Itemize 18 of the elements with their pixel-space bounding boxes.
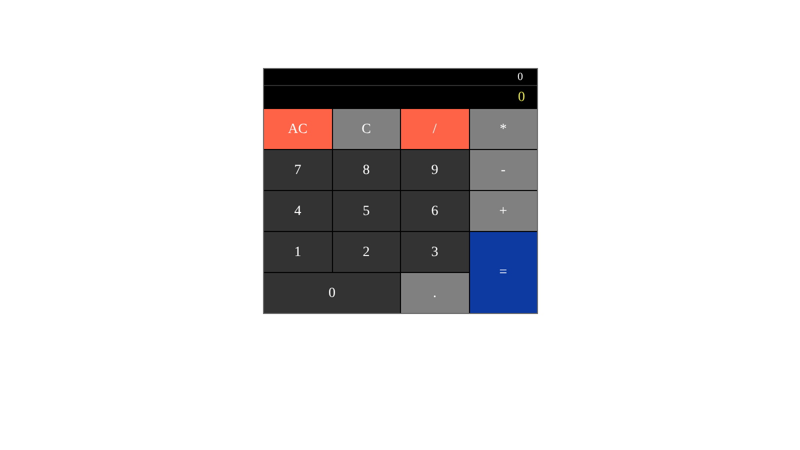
operator-key[interactable]: .	[401, 273, 468, 313]
digit-key[interactable]: 3	[401, 232, 468, 272]
operator-key[interactable]: C	[332, 109, 400, 149]
digit-key[interactable]: 7	[264, 150, 332, 190]
digit-key[interactable]: 2	[332, 232, 400, 272]
digit-key[interactable]: 6	[401, 191, 468, 231]
digit-key[interactable]: 4	[264, 191, 332, 231]
digit-key[interactable]: 0	[264, 273, 400, 313]
digit-key[interactable]: 9	[401, 150, 468, 190]
previous-value: 0	[264, 69, 537, 86]
equals-key[interactable]: =	[470, 232, 537, 313]
current-value: 0	[517, 89, 526, 107]
operator-key[interactable]: *	[470, 109, 537, 149]
operator-key[interactable]: +	[470, 191, 537, 231]
digit-key[interactable]: 5	[332, 191, 400, 231]
digit-key[interactable]: 1	[264, 232, 332, 272]
digit-key[interactable]: 8	[332, 150, 400, 190]
operator-key[interactable]: -	[470, 150, 537, 190]
